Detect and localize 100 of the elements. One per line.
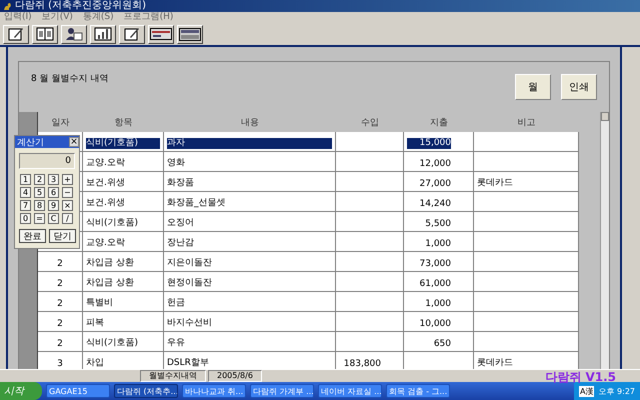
toolbar-button[interactable] [90, 24, 116, 44]
table-cell[interactable]: 영화 [164, 152, 336, 172]
table-cell[interactable] [336, 172, 404, 192]
table-cell[interactable]: 화장품_선물셋 [164, 192, 336, 212]
table-cell[interactable]: 2 [38, 252, 83, 272]
table-cell[interactable]: 2 [38, 292, 83, 312]
calculator-key[interactable]: 1 [20, 174, 31, 185]
table-cell[interactable]: 27,000 [404, 172, 474, 192]
table-cell[interactable] [336, 272, 404, 292]
calculator-key[interactable]: 7 [20, 200, 31, 211]
toolbar-button[interactable] [119, 24, 145, 44]
table-cell[interactable]: 피복 [83, 312, 164, 332]
table-cell[interactable]: 장난감 [164, 232, 336, 252]
table-cell[interactable]: 183,800 [336, 352, 404, 369]
table-cell[interactable]: 2 [38, 312, 83, 332]
taskbar-button[interactable]: 회목 검출 - 그... [386, 384, 450, 398]
table-cell[interactable]: 교양.오락 [83, 152, 164, 172]
table-cell[interactable]: 식비(기호품) [83, 332, 164, 352]
table-cell[interactable]: 교양.오락 [83, 232, 164, 252]
calculator-key[interactable]: 5 [34, 187, 45, 198]
table-cell[interactable] [474, 272, 579, 292]
menu-item[interactable]: 보기(V) [42, 12, 73, 23]
table-cell[interactable] [336, 232, 404, 252]
table-cell[interactable]: 61,000 [404, 272, 474, 292]
table-cell[interactable]: 과자 [164, 132, 336, 152]
table-cell[interactable]: 15,000 [404, 132, 474, 152]
table-cell[interactable] [474, 212, 579, 232]
table-cell[interactable]: 650 [404, 332, 474, 352]
table-cell[interactable] [474, 292, 579, 312]
taskbar-button[interactable]: 바나나교과 취... [182, 384, 246, 398]
scrollbar[interactable] [600, 112, 609, 369]
calculator-key[interactable]: 3 [48, 174, 59, 185]
table-cell[interactable] [336, 312, 404, 332]
menu-item[interactable]: 입력(I) [4, 12, 32, 23]
calculator-key[interactable]: 8 [34, 200, 45, 211]
table-cell[interactable] [336, 192, 404, 212]
table-cell[interactable]: 현정이돌잔 [164, 272, 336, 292]
table-cell[interactable]: 73,000 [404, 252, 474, 272]
table-cell[interactable]: 오징어 [164, 212, 336, 232]
table-cell[interactable] [474, 152, 579, 172]
toolbar-button[interactable] [148, 24, 174, 44]
table-cell[interactable]: 10,000 [404, 312, 474, 332]
table-cell[interactable]: 차입금 상환 [83, 272, 164, 292]
toolbar-button[interactable] [3, 24, 29, 44]
table-cell[interactable] [404, 352, 474, 369]
calculator-key[interactable]: 6 [48, 187, 59, 198]
calculator-button[interactable]: 완료 [19, 229, 46, 243]
table-cell[interactable]: 12,000 [404, 152, 474, 172]
table-cell[interactable]: 차입 [83, 352, 164, 369]
table-cell[interactable]: 보건.위생 [83, 172, 164, 192]
table-cell[interactable]: 1,000 [404, 232, 474, 252]
calculator-key[interactable]: / [62, 213, 73, 224]
calculator-button[interactable]: 닫기 [49, 229, 76, 243]
table-cell[interactable] [474, 312, 579, 332]
table-cell[interactable] [474, 232, 579, 252]
table-cell[interactable] [336, 212, 404, 232]
table-cell[interactable]: 5,500 [404, 212, 474, 232]
toolbar-button[interactable] [61, 24, 87, 44]
toolbar-button[interactable]: 인쇄 [561, 74, 597, 100]
table-cell[interactable]: 롯데카드 [474, 352, 579, 369]
taskbar-button[interactable]: GAGAE15 [46, 384, 110, 398]
table-cell[interactable]: 14,240 [404, 192, 474, 212]
close-button[interactable]: × [69, 137, 79, 147]
table-cell[interactable] [474, 192, 579, 212]
table-cell[interactable]: 차입금 상환 [83, 252, 164, 272]
calculator-key[interactable]: 4 [20, 187, 31, 198]
menu-item[interactable]: 통계(S) [82, 12, 114, 23]
taskbar-button[interactable]: 다람쥐 가계부 ... [250, 384, 314, 398]
table-cell[interactable]: 특별비 [83, 292, 164, 312]
table-cell[interactable] [474, 132, 579, 152]
calculator-key[interactable]: × [62, 200, 73, 211]
table-cell[interactable] [474, 252, 579, 272]
table-cell[interactable]: 3 [38, 352, 83, 369]
table-cell[interactable]: 2 [38, 272, 83, 292]
table-cell[interactable]: 2 [38, 332, 83, 352]
ime-indicator[interactable]: A漢 [579, 386, 594, 396]
table-cell[interactable]: 보건.위생 [83, 192, 164, 212]
taskbar-button[interactable]: 네이버 자료실 ... [318, 384, 382, 398]
calculator-key[interactable]: 9 [48, 200, 59, 211]
toolbar-button[interactable] [32, 24, 58, 44]
table-cell[interactable]: 1,000 [404, 292, 474, 312]
calculator-key[interactable]: − [62, 187, 73, 198]
table-cell[interactable]: 우유 [164, 332, 336, 352]
calculator-key[interactable]: C [48, 213, 59, 224]
toolbar-button[interactable] [177, 24, 203, 44]
table-cell[interactable] [336, 152, 404, 172]
calculator-key[interactable]: 0 [20, 213, 31, 224]
calculator-key[interactable]: = [34, 213, 45, 224]
table-cell[interactable]: 헌금 [164, 292, 336, 312]
calculator-key[interactable]: 2 [34, 174, 45, 185]
table-cell[interactable]: 롯데카드 [474, 172, 579, 192]
table-cell[interactable] [474, 332, 579, 352]
table-cell[interactable] [336, 332, 404, 352]
table-cell[interactable]: 지은이돌잔 [164, 252, 336, 272]
toolbar-button[interactable]: 월 [515, 74, 551, 100]
table-cell[interactable] [336, 132, 404, 152]
table-cell[interactable]: 바지수선비 [164, 312, 336, 332]
table-cell[interactable] [336, 252, 404, 272]
menu-item[interactable]: 프로그램(H) [124, 12, 174, 23]
table-cell[interactable] [336, 292, 404, 312]
